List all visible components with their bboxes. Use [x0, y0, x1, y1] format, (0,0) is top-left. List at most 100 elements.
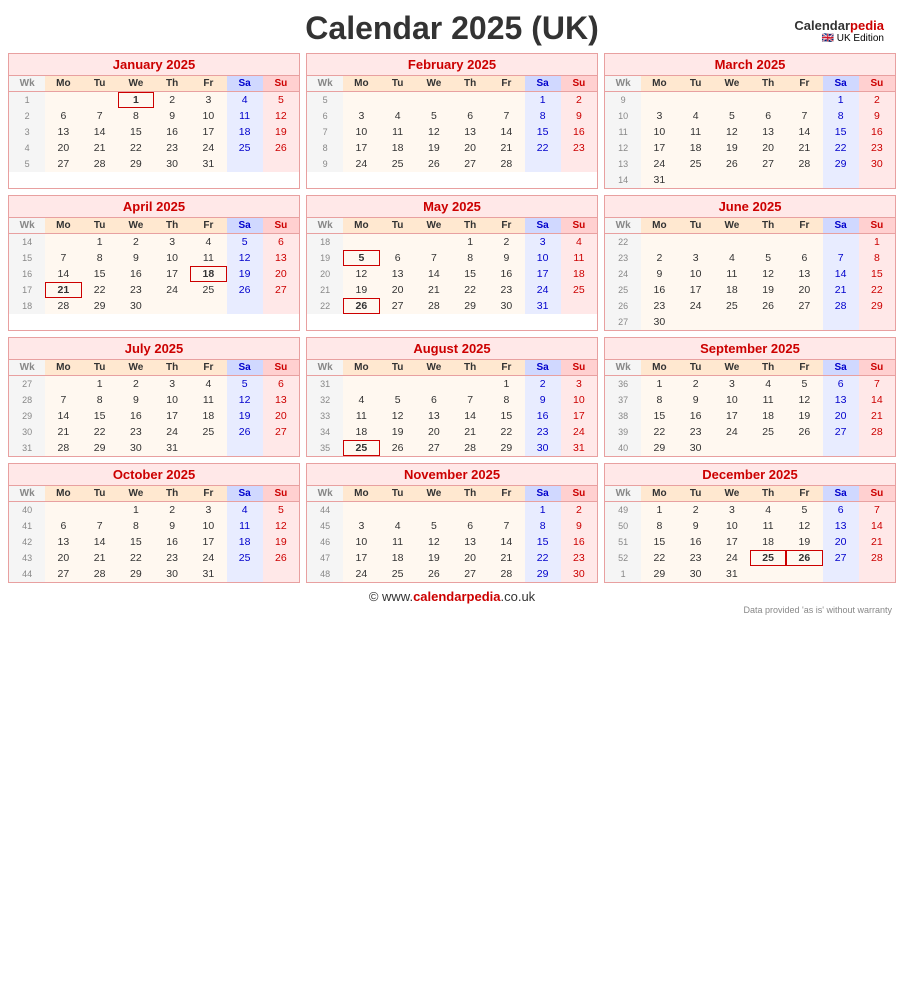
day-cell: 23 [118, 424, 154, 440]
day-cell: 17 [190, 124, 226, 140]
day-cell [714, 92, 750, 109]
col-header-sa: Sa [525, 486, 561, 502]
day-cell: 4 [190, 376, 226, 393]
day-cell: 20 [452, 140, 488, 156]
day-cell: 14 [45, 266, 81, 282]
day-cell: 9 [678, 518, 714, 534]
col-header-th: Th [154, 76, 190, 92]
day-cell: 23 [525, 424, 561, 440]
day-cell: 21 [45, 424, 81, 440]
week-number: 41 [9, 518, 45, 534]
day-cell: 3 [714, 502, 750, 519]
day-cell: 7 [488, 518, 524, 534]
day-cell [380, 502, 416, 519]
day-cell: 12 [263, 518, 299, 534]
day-cell: 24 [154, 424, 190, 440]
month-title: January 2025 [9, 54, 299, 76]
day-cell: 22 [525, 550, 561, 566]
day-cell: 16 [154, 124, 190, 140]
day-cell [859, 172, 895, 188]
day-cell: 2 [859, 92, 895, 109]
day-cell: 11 [380, 534, 416, 550]
col-header-th: Th [750, 76, 786, 92]
month-table: WkMoTuWeThFrSaSu401234541678910111242131… [9, 486, 299, 582]
col-header-tu: Tu [678, 486, 714, 502]
day-cell: 24 [190, 550, 226, 566]
day-cell: 15 [525, 124, 561, 140]
day-cell: 21 [859, 408, 895, 424]
col-header-fr: Fr [786, 218, 822, 234]
week-number: 27 [605, 314, 641, 330]
day-cell: 3 [561, 376, 597, 393]
day-cell: 24 [525, 282, 561, 298]
day-cell: 29 [525, 566, 561, 582]
day-cell: 13 [380, 266, 416, 282]
week-number: 46 [307, 534, 343, 550]
day-cell: 2 [488, 234, 524, 251]
day-cell: 19 [416, 550, 452, 566]
day-cell: 2 [641, 250, 677, 266]
week-number: 12 [605, 140, 641, 156]
day-cell: 29 [641, 440, 677, 456]
day-cell: 25 [343, 440, 379, 456]
day-cell [343, 234, 379, 251]
week-number: 26 [605, 298, 641, 314]
week-number: 13 [605, 156, 641, 172]
day-cell [641, 234, 677, 251]
day-cell: 2 [118, 234, 154, 251]
day-cell: 12 [416, 124, 452, 140]
day-cell: 18 [227, 124, 263, 140]
col-header-wk: Wk [307, 218, 343, 234]
col-header-su: Su [263, 486, 299, 502]
col-header-tu: Tu [82, 76, 118, 92]
day-cell: 31 [190, 156, 226, 172]
day-cell: 11 [190, 250, 226, 266]
month-table: WkMoTuWeThFrSaSu181234195678910112012131… [307, 218, 597, 314]
day-cell: 6 [452, 108, 488, 124]
day-cell: 27 [45, 566, 81, 582]
day-cell: 21 [488, 140, 524, 156]
day-cell: 13 [45, 534, 81, 550]
month-title: February 2025 [307, 54, 597, 76]
day-cell: 3 [154, 376, 190, 393]
day-cell: 30 [678, 566, 714, 582]
day-cell: 12 [750, 266, 786, 282]
day-cell [416, 234, 452, 251]
day-cell [786, 234, 822, 251]
day-cell: 24 [561, 424, 597, 440]
day-cell: 17 [678, 282, 714, 298]
day-cell: 8 [118, 518, 154, 534]
week-number: 44 [307, 502, 343, 519]
day-cell: 28 [786, 156, 822, 172]
month-block: June 2025WkMoTuWeThFrSaSu221232345678249… [604, 195, 896, 331]
day-cell: 14 [488, 124, 524, 140]
day-cell [750, 92, 786, 109]
day-cell [525, 156, 561, 172]
day-cell: 10 [678, 266, 714, 282]
day-cell: 14 [45, 408, 81, 424]
day-cell: 13 [823, 518, 859, 534]
day-cell [343, 502, 379, 519]
day-cell: 15 [82, 266, 118, 282]
day-cell: 2 [561, 92, 597, 109]
day-cell: 25 [380, 156, 416, 172]
edition-label: UK Edition [837, 33, 884, 44]
week-number: 3 [9, 124, 45, 140]
brand-calendar: Calendar [794, 18, 850, 33]
day-cell: 13 [452, 124, 488, 140]
month-block: July 2025WkMoTuWeThFrSaSu271234562878910… [8, 337, 300, 457]
day-cell: 31 [525, 298, 561, 314]
day-cell: 30 [561, 566, 597, 582]
day-cell: 12 [227, 250, 263, 266]
day-cell: 19 [263, 534, 299, 550]
week-number: 48 [307, 566, 343, 582]
day-cell: 4 [750, 376, 786, 393]
day-cell: 29 [488, 440, 524, 456]
week-number: 42 [9, 534, 45, 550]
day-cell: 8 [641, 392, 677, 408]
day-cell: 29 [823, 156, 859, 172]
day-cell: 17 [343, 140, 379, 156]
day-cell: 17 [525, 266, 561, 282]
day-cell: 9 [154, 108, 190, 124]
col-header-sa: Sa [227, 76, 263, 92]
